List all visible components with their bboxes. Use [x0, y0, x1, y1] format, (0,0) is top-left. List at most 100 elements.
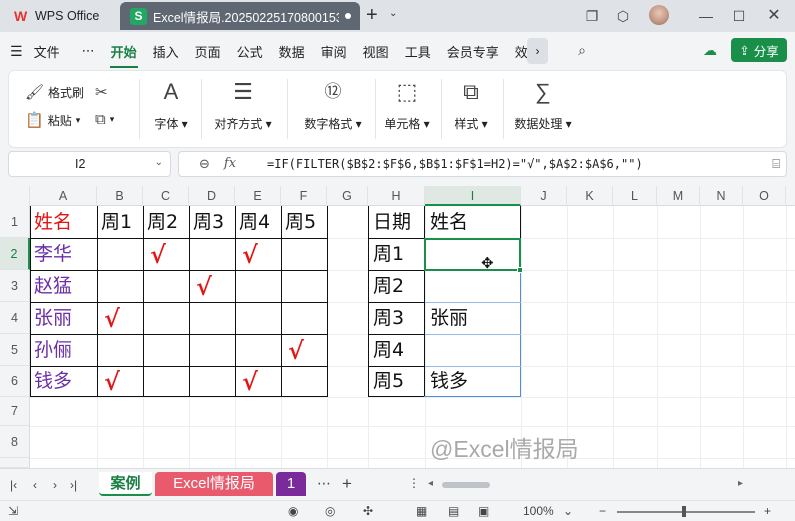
col-header-o[interactable]: O [743, 186, 786, 206]
cell-i1[interactable]: 姓名 [427, 207, 468, 238]
last-sheet-icon[interactable]: ›| [70, 478, 77, 492]
cell-d3-check[interactable]: √ [190, 271, 218, 302]
zoom-level[interactable]: 100% [523, 504, 554, 518]
cell-h6[interactable]: 周5 [370, 366, 404, 397]
next-sheet-icon[interactable]: › [53, 478, 57, 492]
cell-h4[interactable]: 周3 [370, 303, 404, 334]
fx-icon[interactable]: fx [224, 156, 236, 172]
col-header-n[interactable]: N [700, 186, 743, 206]
maximize-icon[interactable]: ☐ [729, 6, 749, 26]
first-sheet-icon[interactable]: |‹ [10, 478, 17, 492]
align-group-button[interactable]: ☰ 对齐方式 ▾ [209, 79, 277, 132]
cell-h5[interactable]: 周4 [370, 335, 404, 366]
cell-a3[interactable]: 赵猛 [31, 271, 72, 302]
new-tab-plus-icon[interactable]: + [366, 4, 378, 26]
menu-review[interactable]: 审阅 [316, 42, 352, 61]
hamburger-menu-icon[interactable]: ☰ [10, 43, 23, 60]
cell-h2[interactable]: 周1 [370, 239, 404, 270]
select-all-corner[interactable] [0, 186, 30, 206]
cube-icon[interactable]: ⬡ [613, 6, 633, 26]
row-header-4[interactable]: 4 [0, 302, 30, 334]
cell-f1[interactable]: 周5 [282, 207, 327, 238]
menu-tools[interactable]: 工具 [400, 42, 436, 61]
cell-i6[interactable]: 钱多 [427, 366, 468, 397]
name-box-chevron-down-icon[interactable]: ⌄ [155, 157, 163, 168]
col-header-a[interactable]: A [30, 186, 97, 206]
zoom-formula-icon[interactable]: ⊖ [199, 156, 210, 172]
more-sheets-button[interactable]: ⋯ [317, 475, 331, 492]
zoom-slider[interactable] [617, 511, 755, 513]
window-restore-tabs-icon[interactable]: ❐ [582, 6, 602, 26]
close-icon[interactable]: ✕ [764, 6, 784, 26]
new-tab-chevron-down-icon[interactable]: ⌄ [389, 8, 397, 19]
share-button[interactable]: ⇪ 分享 [731, 38, 787, 62]
sheet-tab-case[interactable]: 案例 [99, 472, 152, 496]
font-group-button[interactable]: A 字体 ▾ [147, 79, 195, 132]
format-painter-button[interactable]: 🖌 格式刷 [25, 83, 84, 101]
menu-data[interactable]: 数据 [274, 42, 310, 61]
cell-h3[interactable]: 周2 [370, 271, 404, 302]
wps-office-tab[interactable]: W WPS Office [8, 2, 116, 30]
menu-scroll-right-chevron-icon[interactable]: › [527, 38, 548, 64]
col-header-l[interactable]: L [613, 186, 657, 206]
collapse-status-icon[interactable]: ⇲ [8, 504, 18, 518]
formula-text[interactable]: =IF(FILTER($B$2:$F$6,$B$1:$F$1=H2)="√",$… [267, 157, 643, 171]
menu-view[interactable]: 视图 [358, 42, 394, 61]
cell-a4[interactable]: 张丽 [31, 303, 72, 334]
row-header-6[interactable]: 6 [0, 366, 30, 397]
menu-more[interactable]: ⋯ [77, 43, 100, 59]
menu-page[interactable]: 页面 [190, 42, 226, 61]
col-header-e[interactable]: E [235, 186, 281, 206]
add-sheet-button[interactable]: + [342, 474, 352, 494]
cell-c2-check[interactable]: √ [144, 239, 172, 270]
cell-i4[interactable]: 张丽 [427, 303, 468, 334]
view-toggle-icon[interactable]: ◉ [288, 504, 298, 518]
row-header-3[interactable]: 3 [0, 270, 30, 302]
row-header-8[interactable]: 8 [0, 426, 30, 458]
cut-button[interactable]: ✂ [95, 83, 108, 101]
cell-b4-check[interactable]: √ [98, 303, 126, 334]
minimize-icon[interactable]: — [696, 6, 716, 26]
copy-button[interactable]: ⧉ ▾ [95, 111, 114, 128]
row-header-1[interactable]: 1 [0, 206, 30, 238]
data-processing-group-button[interactable]: ∑ 数据处理 ▾ [511, 79, 575, 132]
col-header-h[interactable]: H [368, 186, 425, 206]
zoom-in-icon[interactable]: + [764, 504, 771, 518]
menu-file[interactable]: 文件 [29, 42, 65, 61]
styles-group-button[interactable]: ⧉ 样式 ▾ [449, 79, 493, 132]
cell-e2-check[interactable]: √ [236, 239, 264, 270]
menu-home[interactable]: 开始 [106, 42, 142, 68]
col-header-i[interactable]: I [425, 186, 521, 206]
unsaved-dot-icon[interactable] [345, 13, 351, 19]
horizontal-scrollbar[interactable]: ◂ ▸ [428, 478, 743, 489]
zoom-slider-knob[interactable] [682, 506, 686, 517]
page-layout-icon[interactable]: ▤ [448, 504, 459, 518]
row-header-5[interactable]: 5 [0, 334, 30, 366]
col-header-g[interactable]: G [327, 186, 368, 206]
search-icon[interactable]: ⌕ [572, 40, 592, 60]
document-tab[interactable]: S Excel情报局.20250225170800153 [120, 2, 360, 30]
col-header-f[interactable]: F [281, 186, 327, 206]
menu-member[interactable]: 会员专享 [442, 42, 504, 61]
spreadsheet-grid[interactable]: A B C D E F G H I J K L M N O 1 2 3 4 5 … [0, 186, 795, 468]
sheet-tab-excel[interactable]: Excel情报局 [155, 472, 273, 496]
horizontal-scroll-thumb[interactable] [442, 482, 490, 488]
cell-a2[interactable]: 李华 [31, 239, 72, 270]
scroll-left-icon[interactable]: ◂ [428, 478, 433, 489]
name-box[interactable]: I2 ⌄ [8, 151, 171, 177]
cell-a5[interactable]: 孙俪 [31, 335, 72, 366]
cell-a1[interactable]: 姓名 [31, 207, 97, 238]
sheet-options-icon[interactable]: ⋮ [408, 476, 420, 490]
number-format-group-button[interactable]: ⑫ 数字格式 ▾ [295, 79, 371, 132]
user-avatar[interactable] [649, 5, 669, 25]
paste-button[interactable]: 📋 粘贴 ▾ [25, 111, 80, 129]
page-break-icon[interactable]: ▣ [478, 504, 489, 518]
cell-f5-check[interactable]: √ [282, 335, 310, 366]
col-header-j[interactable]: J [521, 186, 567, 206]
cell-d1[interactable]: 周3 [190, 207, 235, 238]
col-header-d[interactable]: D [189, 186, 235, 206]
sheet-tab-1[interactable]: 1 [276, 472, 306, 496]
cell-h1[interactable]: 日期 [370, 207, 411, 238]
row-header-2[interactable]: 2 [0, 238, 30, 270]
menu-formulas[interactable]: 公式 [232, 42, 268, 61]
